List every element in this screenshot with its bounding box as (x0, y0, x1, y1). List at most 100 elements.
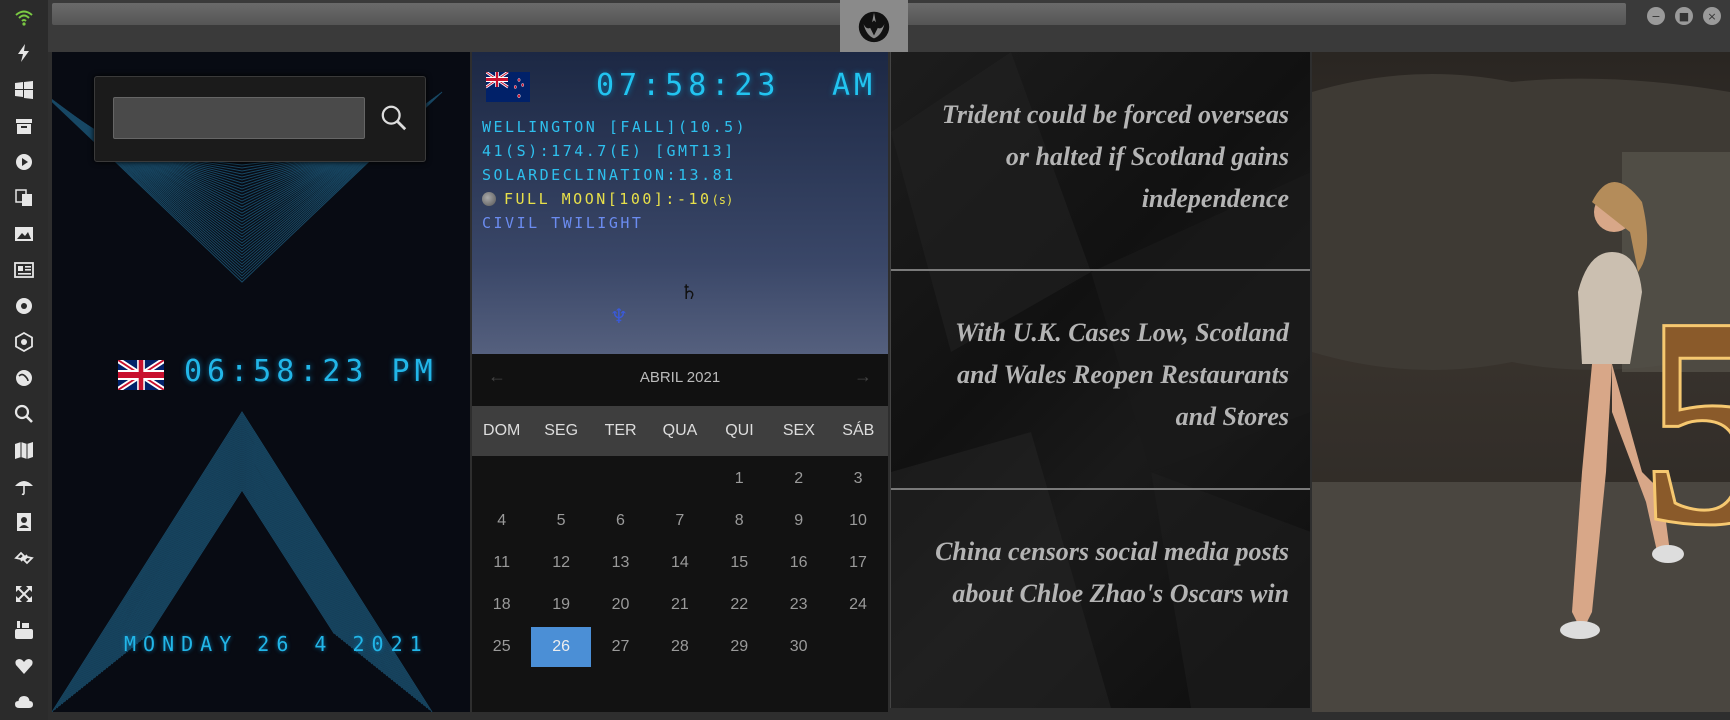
rebel-logo-icon[interactable] (840, 0, 908, 52)
calendar-day[interactable]: 27 (591, 626, 650, 668)
calendar-day[interactable]: 10 (828, 500, 887, 542)
weekday-label: QUI (725, 422, 754, 439)
featured-photo[interactable]: 5 (1312, 52, 1730, 712)
close-button[interactable]: × (1703, 7, 1721, 25)
calendar-day[interactable]: 8 (710, 500, 769, 542)
moon-phase-suffix: (s) (711, 193, 734, 207)
weekday-label: SÁB (842, 422, 875, 439)
calendar-day[interactable]: 19 (531, 584, 590, 626)
calendar-day[interactable]: 7 (650, 500, 709, 542)
calendar-empty-cell (650, 458, 709, 500)
title-strip[interactable] (52, 3, 1626, 25)
calendar-day[interactable]: 12 (531, 542, 590, 584)
calendar-day[interactable]: 30 (769, 626, 828, 668)
minimize-button[interactable]: − (1647, 7, 1665, 25)
twilight-line: CIVIL TWILIGHT (482, 214, 644, 232)
sky-widget: 07:58:23 AM WELLINGTON [FALL](10.5) 41(S… (472, 52, 888, 354)
calendar-day[interactable]: 15 (710, 542, 769, 584)
nz-flag-icon (486, 72, 530, 102)
astro-calendar-panel: 07:58:23 AM WELLINGTON [FALL](10.5) 41(S… (472, 52, 888, 712)
calendar-month: ABRIL 2021 (639, 368, 721, 386)
calendar-day[interactable]: 13 (591, 542, 650, 584)
saturn-icon: ♄ (680, 280, 698, 304)
youtube-icon[interactable] (12, 618, 36, 642)
neptune-icon: ♆ (610, 304, 628, 328)
calendar-prev-button[interactable]: ← (488, 366, 506, 387)
calendar-day[interactable]: 24 (828, 584, 887, 626)
calendar-day[interactable]: 22 (710, 584, 769, 626)
map-icon[interactable] (12, 438, 36, 462)
moon-phase-line: FULL MOON[100]:-10(s) (482, 190, 733, 208)
moon-icon (482, 192, 496, 206)
archive-icon[interactable] (12, 114, 36, 138)
calendar-next-button[interactable]: → (854, 366, 872, 387)
weekday-label: TER (604, 422, 637, 439)
news-item[interactable]: China censors social media posts about C… (891, 489, 1310, 707)
calendar-empty-cell (591, 458, 650, 500)
calendar-day[interactable]: 14 (650, 542, 709, 584)
weekday-label: SEX (782, 422, 815, 439)
uk-date: MONDAY 26 4 2021 (124, 632, 429, 656)
nz-ampm: AM (832, 68, 877, 103)
calendar-weekdays: DOM SEG TER QUA QUI SEX SÁB (472, 406, 888, 456)
uk-flag-icon (118, 360, 164, 390)
maximize-button[interactable]: ■ (1675, 7, 1693, 25)
calendar-day[interactable]: 20 (591, 584, 650, 626)
search-box (94, 76, 426, 162)
umbrella-icon[interactable] (12, 474, 36, 498)
link-icon[interactable] (12, 546, 36, 570)
calendar-grid: 1 2 3 4 5 6 7 8 9 10 11 12 13 14 15 16 17 18 19 20 21 22 23 24 2… (472, 458, 888, 668)
calendar-day[interactable]: 2 (769, 458, 828, 500)
windows-icon[interactable] (12, 78, 36, 102)
news-icon[interactable] (12, 258, 36, 282)
calendar-day[interactable]: 11 (472, 542, 531, 584)
news-headline[interactable]: With U.K. Cases Low, Scotland and Wales … (913, 312, 1289, 438)
icon-rail (0, 0, 48, 720)
calendar-day[interactable]: 9 (769, 500, 828, 542)
calendar-day[interactable]: 1 (710, 458, 769, 500)
news-headline[interactable]: China censors social media posts about C… (913, 531, 1289, 615)
translate-icon[interactable] (12, 186, 36, 210)
search-button[interactable] (377, 101, 411, 135)
calendar-day[interactable]: 16 (769, 542, 828, 584)
contacts-icon[interactable] (12, 510, 36, 534)
news-item[interactable]: With U.K. Cases Low, Scotland and Wales … (891, 270, 1310, 488)
location-line: WELLINGTON [FALL](10.5) (482, 118, 748, 136)
calendar-header: ← ABRIL 2021 → (472, 354, 888, 400)
calendar-day[interactable]: 25 (472, 626, 531, 668)
weekday-label: QUA (662, 422, 698, 439)
calendar-day[interactable]: 28 (650, 626, 709, 668)
search-input[interactable] (113, 97, 365, 139)
calendar-day[interactable]: 18 (472, 584, 531, 626)
cloud-icon[interactable] (12, 690, 36, 714)
calendar-day[interactable]: 17 (828, 542, 887, 584)
calendar-day[interactable]: 23 (769, 584, 828, 626)
play-icon[interactable] (12, 150, 36, 174)
number-five-sign: 5 (1642, 255, 1730, 587)
moon-phase-text: FULL MOON[100]:-10 (504, 190, 712, 208)
image-icon[interactable] (12, 222, 36, 246)
nz-time: 07:58:23 (596, 68, 781, 103)
calendar-day[interactable]: 21 (650, 584, 709, 626)
search-icon[interactable] (12, 402, 36, 426)
power-icon[interactable] (12, 41, 36, 65)
settings-icon[interactable] (12, 294, 36, 318)
expand-icon[interactable] (12, 582, 36, 606)
hexagon-icon[interactable] (12, 330, 36, 354)
news-headline[interactable]: Trident could be forced overseas or halt… (913, 94, 1289, 220)
calendar-day[interactable]: 5 (531, 500, 590, 542)
calendar-day[interactable]: 6 (591, 500, 650, 542)
photo-illustration: 5 (1312, 74, 1730, 712)
calendar-empty-cell (472, 458, 531, 500)
wifi-icon[interactable] (12, 6, 36, 30)
uk-time: 06:58:23 PM (184, 354, 438, 389)
heart-icon[interactable] (12, 654, 36, 678)
weekday-label: DOM (483, 422, 521, 439)
calendar-day-today[interactable]: 26 (531, 627, 591, 667)
desktop-widget-app: − ■ × 06:58:23 PM MONDAY 26 4 2021 07:58… (0, 0, 1730, 720)
globe-icon[interactable] (12, 366, 36, 390)
calendar-day[interactable]: 3 (828, 458, 887, 500)
calendar-day[interactable]: 29 (710, 626, 769, 668)
calendar-day[interactable]: 4 (472, 500, 531, 542)
news-item[interactable]: Trident could be forced overseas or halt… (891, 52, 1310, 270)
